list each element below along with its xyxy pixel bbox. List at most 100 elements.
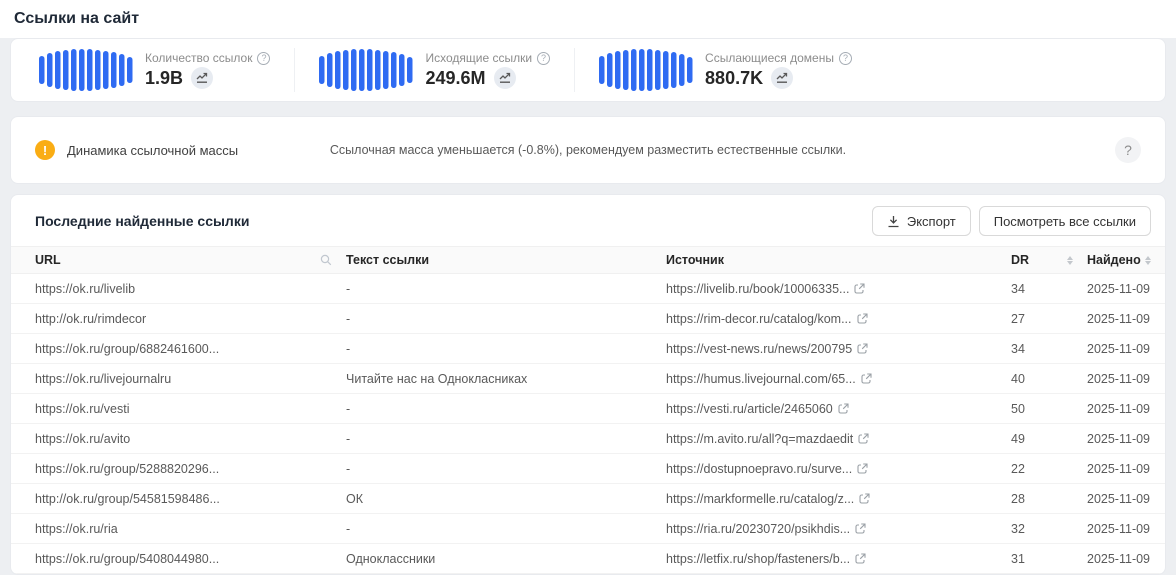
table-row: https://ok.ru/livelib-https://livelib.ru… (11, 274, 1165, 304)
external-link-icon (855, 523, 866, 534)
table-row: https://ok.ru/group/5288820296...-https:… (11, 454, 1165, 484)
cell-dr: 22 (1011, 462, 1087, 476)
external-link-icon (857, 343, 868, 354)
cell-url: https://ok.ru/vesti (35, 402, 346, 416)
table-row: https://ok.ru/group/6882461600...-https:… (11, 334, 1165, 364)
metric-value: 880.7K (705, 68, 763, 89)
help-icon[interactable]: ? (537, 52, 550, 65)
cell-url: https://ok.ru/ria (35, 522, 346, 536)
metric-label: Количество ссылок (145, 51, 252, 65)
cell-found-date: 2025-11-09 (1087, 402, 1165, 416)
view-all-links-button[interactable]: Посмотреть все ссылки (979, 206, 1151, 236)
search-icon[interactable] (320, 254, 332, 266)
external-link-icon (859, 493, 870, 504)
cell-found-date: 2025-11-09 (1087, 372, 1165, 386)
cell-dr: 31 (1011, 552, 1087, 566)
external-link-icon (861, 373, 872, 384)
cell-anchor-text: - (346, 342, 666, 356)
metric-links-count: Количество ссылок ? 1.9B (29, 49, 280, 91)
cell-found-date: 2025-11-09 (1087, 492, 1165, 506)
cell-source-link[interactable]: https://humus.livejournal.com/65... (666, 372, 1011, 386)
trend-chart-icon[interactable] (494, 67, 516, 89)
cell-source-link[interactable]: https://letfix.ru/shop/fasteners/b... (666, 552, 1011, 566)
cell-anchor-text: - (346, 402, 666, 416)
cell-source-link[interactable]: https://vest-news.ru/news/200795 (666, 342, 1011, 356)
bar-chart-icon (599, 49, 695, 91)
sort-icon[interactable] (1067, 256, 1073, 265)
cell-source-link[interactable]: https://livelib.ru/book/10006335... (666, 282, 1011, 296)
help-icon[interactable]: ? (839, 52, 852, 65)
column-header-url: URL (35, 253, 61, 267)
cell-source-link[interactable]: https://vesti.ru/article/2465060 (666, 402, 1011, 416)
metric-value: 249.6M (425, 68, 485, 89)
section-title: Последние найденные ссылки (35, 213, 249, 229)
table-header-row: URL Текст ссылки Источник DR Найдено (11, 246, 1165, 274)
cell-url: https://ok.ru/group/5408044980... (35, 552, 346, 566)
view-all-links-label: Посмотреть все ссылки (994, 214, 1136, 229)
cell-dr: 28 (1011, 492, 1087, 506)
table-row: http://ok.ru/group/54581598486...ОКhttps… (11, 484, 1165, 514)
export-button-label: Экспорт (907, 214, 956, 229)
cell-url: https://ok.ru/livelib (35, 282, 346, 296)
external-link-icon (857, 313, 868, 324)
recent-links-card: Последние найденные ссылки Экспорт Посмо… (10, 194, 1166, 575)
column-header-anchor-text: Текст ссылки (346, 253, 429, 267)
cell-anchor-text: - (346, 522, 666, 536)
cell-dr: 34 (1011, 342, 1087, 356)
cell-source-link[interactable]: https://dostupnoepravo.ru/surve... (666, 462, 1011, 476)
metric-label: Исходящие ссылки (425, 51, 532, 65)
cell-dr: 50 (1011, 402, 1087, 416)
cell-source-link[interactable]: https://markformelle.ru/catalog/z... (666, 492, 1011, 506)
external-link-icon (854, 283, 865, 294)
cell-anchor-text: - (346, 462, 666, 476)
cell-anchor-text: - (346, 282, 666, 296)
help-circle-icon[interactable]: ? (1115, 137, 1141, 163)
table-row: https://ok.ru/avito-https://m.avito.ru/a… (11, 424, 1165, 454)
cell-source-link[interactable]: https://rim-decor.ru/catalog/kom... (666, 312, 1011, 326)
sort-icon[interactable] (1145, 256, 1151, 265)
link-mass-alert-banner: ! Динамика ссылочной массы Ссылочная мас… (10, 116, 1166, 184)
table-row: https://ok.ru/vesti-https://vesti.ru/art… (11, 394, 1165, 424)
help-icon[interactable]: ? (257, 52, 270, 65)
cell-anchor-text: Читайте нас на Однокласниках (346, 372, 666, 386)
export-button[interactable]: Экспорт (872, 206, 971, 236)
cell-found-date: 2025-11-09 (1087, 282, 1165, 296)
cell-dr: 32 (1011, 522, 1087, 536)
external-link-icon (855, 553, 866, 564)
cell-url: https://ok.ru/group/5288820296... (35, 462, 346, 476)
cell-source-link[interactable]: https://m.avito.ru/all?q=mazdaedit (666, 432, 1011, 446)
column-header-found: Найдено (1087, 253, 1141, 267)
external-link-icon (857, 463, 868, 474)
download-icon (887, 215, 900, 228)
cell-anchor-text: - (346, 312, 666, 326)
cell-url: http://ok.ru/rimdecor (35, 312, 346, 326)
table-row: http://ok.ru/rimdecor-https://rim-decor.… (11, 304, 1165, 334)
trend-chart-icon[interactable] (771, 67, 793, 89)
cell-dr: 49 (1011, 432, 1087, 446)
cell-found-date: 2025-11-09 (1087, 342, 1165, 356)
divider (294, 48, 295, 92)
divider (574, 48, 575, 92)
cell-url: https://ok.ru/avito (35, 432, 346, 446)
metrics-card: Количество ссылок ? 1.9B (10, 38, 1166, 102)
cell-found-date: 2025-11-09 (1087, 552, 1165, 566)
cell-dr: 40 (1011, 372, 1087, 386)
bar-chart-icon (39, 49, 135, 91)
external-link-icon (838, 403, 849, 414)
column-header-source: Источник (666, 253, 724, 267)
cell-dr: 34 (1011, 282, 1087, 296)
cell-found-date: 2025-11-09 (1087, 522, 1165, 536)
trend-chart-icon[interactable] (191, 67, 213, 89)
warning-icon: ! (35, 140, 55, 160)
metric-outgoing-links: Исходящие ссылки ? 249.6M (309, 49, 560, 91)
table-row: https://ok.ru/livejournalruЧитайте нас н… (11, 364, 1165, 394)
cell-source-link[interactable]: https://ria.ru/20230720/psikhdis... (666, 522, 1011, 536)
table-row: https://ok.ru/group/5408044980...Однокла… (11, 544, 1165, 574)
column-header-dr: DR (1011, 253, 1029, 267)
cell-url: http://ok.ru/group/54581598486... (35, 492, 346, 506)
links-table-body: https://ok.ru/livelib-https://livelib.ru… (11, 274, 1165, 574)
metric-referring-domains: Ссылающиеся домены ? 880.7K (589, 49, 862, 91)
cell-found-date: 2025-11-09 (1087, 462, 1165, 476)
page-title: Ссылки на сайт (14, 10, 139, 27)
metric-label: Ссылающиеся домены (705, 51, 834, 65)
